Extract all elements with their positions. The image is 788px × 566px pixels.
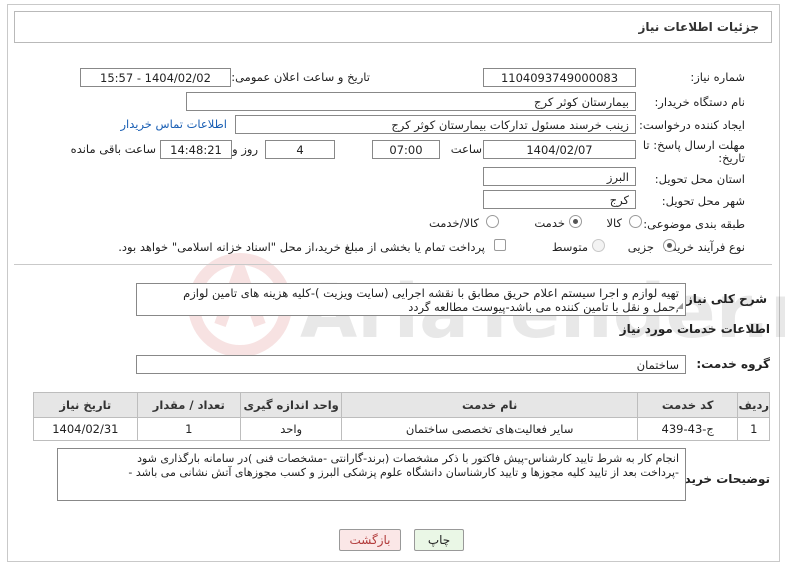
city-label: شهر محل تحویل: bbox=[661, 194, 745, 208]
announce-label: تاریخ و ساعت اعلان عمومی: bbox=[231, 70, 370, 84]
category-option-service: خدمت bbox=[534, 216, 565, 230]
deadline-date-label: تاریخ: bbox=[718, 151, 745, 165]
requester-label: ایجاد کننده درخواست: bbox=[639, 118, 745, 132]
description-line-1: تهیه لوازم و اجرا سیستم اعلام حریق مطابق… bbox=[183, 286, 679, 300]
city-field: کرج bbox=[483, 190, 636, 209]
cell-row-number: 1 bbox=[737, 417, 770, 441]
days-remaining-field: 4 bbox=[265, 140, 335, 159]
back-button[interactable]: بازگشت bbox=[339, 529, 401, 551]
category-option-goods-service: کالا/خدمت bbox=[428, 216, 479, 230]
cell-service-code: ج-43-439 bbox=[636, 417, 739, 441]
description-line-2: ,حمل و نقل با تامین کننده می باشد-پیوست … bbox=[408, 300, 679, 314]
buyer-notes-line-1: انجام کار به شرط تایید کارشناس-پیش فاکتو… bbox=[137, 452, 679, 465]
print-button[interactable]: چاپ bbox=[414, 529, 464, 551]
days-label: روز و bbox=[232, 142, 258, 156]
col-need-date: تاریخ نیاز bbox=[33, 392, 138, 418]
process-label: نوع فرآیند خرید : bbox=[663, 240, 745, 254]
category-radio-goods-service[interactable] bbox=[486, 215, 499, 228]
deadline-label: مهلت ارسال پاسخ: تا bbox=[642, 138, 745, 152]
table-row[interactable]: 1 ج-43-439 سایر فعالیت‌های تخصصی ساختمان… bbox=[33, 417, 770, 441]
page-header: جزئیات اطلاعات نیاز bbox=[14, 11, 772, 43]
description-textbox: تهیه لوازم و اجرا سیستم اعلام حریق مطابق… bbox=[136, 283, 686, 316]
deadline-time-field: 07:00 bbox=[372, 140, 440, 159]
process-radio-minor[interactable] bbox=[663, 239, 676, 252]
category-radio-goods[interactable] bbox=[629, 215, 642, 228]
need-number-field: 1104093749000083 bbox=[483, 68, 636, 87]
process-radio-medium[interactable] bbox=[592, 239, 605, 252]
buyer-org-label: نام دستگاه خریدار: bbox=[654, 95, 745, 109]
cell-quantity: 1 bbox=[136, 417, 241, 441]
buyer-contact-link[interactable]: اطلاعات تماس خریدار bbox=[120, 117, 227, 131]
need-number-label: شماره نیاز: bbox=[690, 70, 745, 84]
buyer-notes-line-2: -پرداخت بعد از تایید کلیه مجوزها و تایید… bbox=[128, 466, 679, 479]
services-table: ردیف کد خدمت نام خدمت واحد اندازه گیری ت… bbox=[33, 392, 770, 441]
service-group-label: گروه خدمت: bbox=[696, 357, 770, 371]
process-option-minor: جزیی bbox=[627, 240, 654, 254]
category-option-goods: کالا bbox=[606, 216, 622, 230]
section-divider bbox=[14, 264, 772, 265]
treasury-note: پرداخت تمام یا بخشی از مبلغ خرید،از محل … bbox=[118, 240, 485, 254]
cell-unit: واحد bbox=[239, 417, 343, 441]
cell-need-date: 1404/02/31 bbox=[33, 417, 138, 441]
col-service-name: نام خدمت bbox=[341, 392, 638, 418]
cell-service-name: سایر فعالیت‌های تخصصی ساختمان bbox=[341, 417, 638, 441]
buyer-notes-textbox: انجام کار به شرط تایید کارشناس-پیش فاکتو… bbox=[57, 448, 686, 501]
table-header-row: ردیف کد خدمت نام خدمت واحد اندازه گیری ت… bbox=[33, 392, 770, 418]
col-unit: واحد اندازه گیری bbox=[239, 392, 343, 418]
remaining-time-label: ساعت باقی مانده bbox=[70, 142, 156, 156]
service-group-field: ساختمان bbox=[136, 355, 686, 374]
province-label: استان محل تحویل: bbox=[654, 172, 745, 186]
description-label: شرح کلی نیاز: bbox=[681, 292, 767, 306]
page-title: جزئیات اطلاعات نیاز bbox=[638, 20, 759, 34]
announce-datetime-field: 1404/02/02 - 15:57 bbox=[80, 68, 231, 87]
treasury-checkbox[interactable] bbox=[494, 239, 506, 251]
col-service-code: کد خدمت bbox=[636, 392, 739, 418]
deadline-date-field: 1404/02/07 bbox=[483, 140, 636, 159]
category-label: طبقه بندی موضوعی: bbox=[643, 217, 745, 231]
remaining-time-field: 14:48:21 bbox=[160, 140, 232, 159]
resize-handle-icon[interactable]: ◢ bbox=[677, 299, 683, 313]
col-quantity: تعداد / مقدار bbox=[136, 392, 241, 418]
province-field: البرز bbox=[483, 167, 636, 186]
services-section-title: اطلاعات خدمات مورد نیاز bbox=[619, 322, 770, 336]
buyer-org-field: بیمارستان کوثر کرج bbox=[186, 92, 636, 111]
deadline-time-label: ساعت bbox=[450, 142, 482, 156]
category-radio-service[interactable] bbox=[569, 215, 582, 228]
process-option-medium: متوسط bbox=[551, 240, 588, 254]
col-row-number: ردیف bbox=[737, 392, 770, 418]
requester-field: زینب خرسند مسئول تدارکات بیمارستان کوثر … bbox=[235, 115, 636, 134]
